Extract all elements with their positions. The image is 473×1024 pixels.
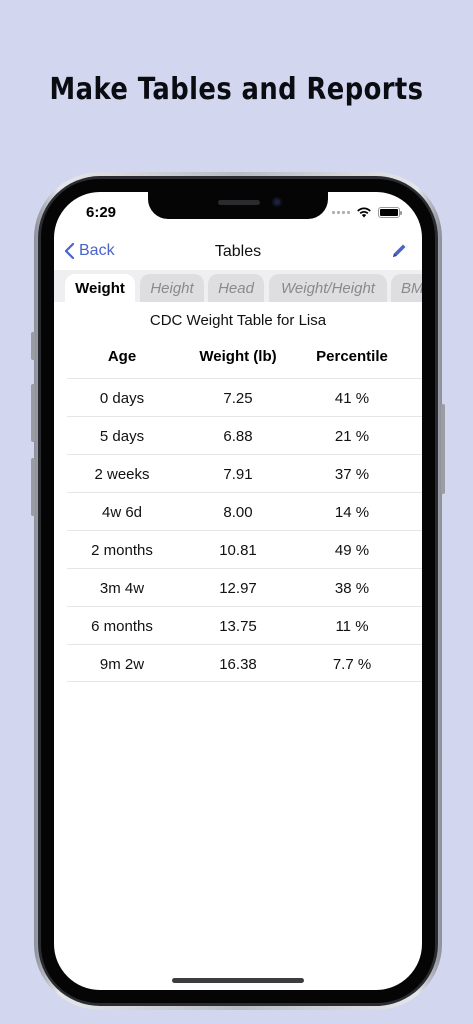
- header-age: Age: [107, 348, 137, 365]
- table-row[interactable]: 2 months 10.81 49 %: [67, 530, 422, 568]
- cell-weight: 8.00: [223, 504, 253, 521]
- tab-head[interactable]: Head: [208, 274, 264, 302]
- table-title: CDC Weight Table for Lisa: [149, 312, 327, 329]
- table-row[interactable]: 6 months 13.75 11 %: [67, 606, 422, 644]
- tab-bmi-label: BMI: [401, 279, 422, 297]
- cell-weight: 10.81: [219, 542, 257, 559]
- volume-up-button: [31, 384, 35, 442]
- tab-bar: Height Head Weight/Height BMI Weight: [54, 270, 422, 302]
- speaker: [218, 200, 260, 205]
- table-row[interactable]: 2 weeks 7.91 37 %: [67, 454, 422, 492]
- status-time: 6:29: [86, 204, 117, 221]
- edit-button[interactable]: [390, 242, 408, 265]
- tab-bmi[interactable]: BMI: [391, 274, 422, 302]
- navigation-bar: Back Tables: [54, 234, 422, 270]
- volume-down-button: [31, 458, 35, 516]
- cell-weight: 7.91: [223, 466, 253, 483]
- cell-age: 9m 2w: [99, 656, 145, 673]
- wifi-icon: [357, 207, 371, 218]
- page-title: Tables: [214, 243, 262, 260]
- front-camera: [272, 197, 282, 207]
- promo-headline: Make Tables and Reports: [49, 72, 424, 107]
- pencil-icon: [393, 244, 406, 257]
- cell-percentile: 49 %: [334, 542, 370, 559]
- mute-switch: [31, 332, 35, 360]
- table-row[interactable]: 3m 4w 12.97 38 %: [67, 568, 422, 606]
- cell-age: 2 months: [91, 542, 153, 559]
- tab-weight-height[interactable]: Weight/Height: [269, 274, 387, 302]
- cell-percentile: 14 %: [334, 504, 370, 521]
- cell-age: 3m 4w: [99, 580, 145, 597]
- signal-icon: [332, 210, 350, 214]
- cell-percentile: 21 %: [334, 428, 370, 445]
- tab-weight-label: Weight: [75, 279, 125, 297]
- cell-percentile: 37 %: [334, 466, 370, 483]
- tab-height[interactable]: Height: [140, 274, 204, 302]
- cell-age: 4w 6d: [101, 504, 143, 521]
- cell-percentile: 7.7 %: [332, 656, 372, 673]
- battery-icon: [378, 206, 402, 218]
- tab-height-label: Height: [150, 279, 194, 297]
- cell-percentile: 41 %: [334, 390, 370, 407]
- cell-percentile: 38 %: [334, 580, 370, 597]
- cell-weight: 13.75: [219, 618, 257, 635]
- cell-weight: 6.88: [223, 428, 253, 445]
- notch: [148, 192, 328, 219]
- table-row[interactable]: 5 days 6.88 21 %: [67, 416, 422, 454]
- cell-age: 0 days: [99, 390, 145, 407]
- header-percentile: Percentile: [316, 348, 388, 365]
- cell-age: 5 days: [99, 428, 145, 445]
- table-row[interactable]: 9m 2w 16.38 7.7 %: [67, 644, 422, 682]
- table-body: 0 days 7.25 41 % 5 days 6.88 21 % 2 week…: [67, 378, 422, 682]
- cell-weight: 16.38: [219, 656, 257, 673]
- phone-screen: 6:29 Back Tables Height Head Weight/Heig…: [54, 192, 422, 990]
- table-row[interactable]: 4w 6d 8.00 14 %: [67, 492, 422, 530]
- cell-weight: 7.25: [223, 390, 253, 407]
- home-indicator[interactable]: [172, 978, 304, 983]
- tab-weight-height-label: Weight/Height: [281, 279, 375, 297]
- tab-head-label: Head: [218, 279, 254, 297]
- cell-age: 2 weeks: [94, 466, 150, 483]
- cell-weight: 12.97: [219, 580, 257, 597]
- status-icons: [332, 206, 402, 218]
- table-row[interactable]: 0 days 7.25 41 %: [67, 378, 422, 416]
- cell-percentile: 11 %: [335, 618, 369, 635]
- cell-age: 6 months: [91, 618, 153, 635]
- header-weight: Weight (lb): [199, 348, 277, 365]
- tab-weight[interactable]: Weight: [65, 274, 135, 302]
- power-button: [441, 404, 445, 494]
